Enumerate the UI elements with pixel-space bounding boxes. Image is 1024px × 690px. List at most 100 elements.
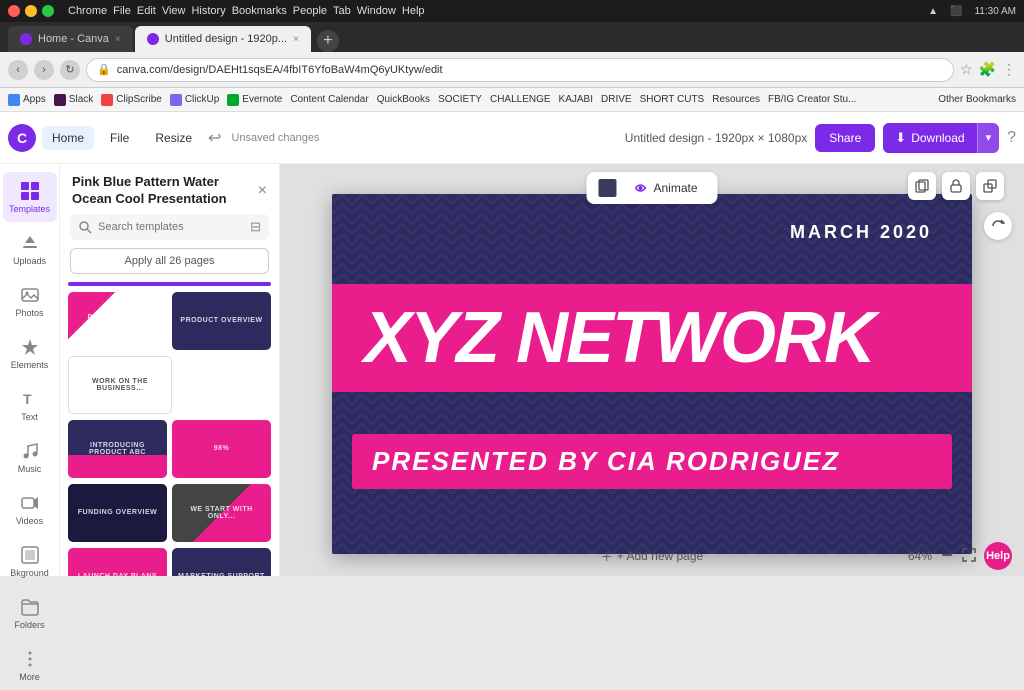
help-question-icon[interactable]: ? — [1007, 129, 1016, 147]
canva-home-button[interactable]: Home — [42, 126, 94, 150]
tab-design-label: Untitled design - 1920p... — [165, 33, 287, 45]
canvas-float-buttons — [908, 172, 1004, 200]
bookmark-slack[interactable]: Slack — [54, 94, 93, 106]
design-canvas[interactable]: MARCH 2020 XYZ NETWORK PRESENTED BY CIA … — [332, 194, 972, 554]
os-menu-file[interactable]: File — [113, 5, 131, 17]
tab-close-home[interactable]: × — [115, 34, 121, 45]
template-row-2: PRESENTATIONOUTLINE PRODUCT OVERVIEW — [68, 292, 271, 350]
zoom-fit-button[interactable] — [962, 548, 976, 565]
os-menu-tab[interactable]: Tab — [333, 5, 351, 17]
add-new-page-button[interactable]: ＋ + Add new page — [601, 548, 703, 565]
panel-close-button[interactable]: × — [258, 182, 267, 200]
bookmark-star-icon[interactable]: ☆ — [960, 61, 973, 78]
browser-menu-icon[interactable]: ⋮ — [1002, 61, 1016, 78]
os-menu-edit[interactable]: Edit — [137, 5, 156, 17]
presented-by-banner[interactable]: PRESENTED BY CIA RODRIGUEZ — [352, 434, 952, 489]
filter-icon[interactable]: ⊟ — [250, 219, 261, 235]
os-menu-chrome[interactable]: Chrome — [68, 5, 107, 17]
download-caret-button[interactable]: ▾ — [977, 123, 1000, 153]
list-item[interactable]: MARKETING SUPPORT — [172, 548, 271, 576]
sidebar-item-uploads[interactable]: Uploads — [3, 224, 57, 274]
bookmark-apps[interactable]: Apps — [8, 94, 46, 106]
list-item[interactable]: INTRODUCINGPRODUCT ABC — [68, 420, 167, 478]
minimize-window-button[interactable] — [25, 5, 37, 17]
sidebar-item-templates[interactable]: Templates — [3, 172, 57, 222]
panel-title: Pink Blue Pattern Water Ocean Cool Prese… — [72, 174, 258, 208]
xyz-network-banner[interactable]: XYZ NETWORK — [332, 284, 972, 392]
os-menu-help[interactable]: Help — [402, 5, 425, 17]
send-to-back-button[interactable] — [976, 172, 1004, 200]
animate-button[interactable]: Animate — [624, 177, 705, 199]
url-bar[interactable]: 🔒 canva.com/design/DAEHt1sqsEA/4fbIT6Yfo… — [86, 58, 954, 82]
close-window-button[interactable] — [8, 5, 20, 17]
template-search-bar[interactable]: ⊟ — [70, 214, 269, 240]
new-tab-button[interactable]: + — [317, 30, 339, 52]
bookmark-other[interactable]: Other Bookmarks — [938, 94, 1016, 105]
lock-icon: 🔒 — [97, 63, 111, 76]
sidebar-item-elements[interactable]: Elements — [3, 328, 57, 378]
bookmark-shortcuts[interactable]: SHORT CUTS — [640, 94, 705, 105]
plus-icon: ＋ — [601, 548, 613, 565]
bookmark-society[interactable]: SOCIETY — [438, 94, 482, 105]
more-label: More — [19, 672, 40, 682]
bookmark-resources[interactable]: Resources — [712, 94, 760, 105]
bookmark-challenge[interactable]: CHALLENGE — [490, 94, 551, 105]
list-item[interactable]: 98% — [172, 420, 271, 478]
apply-all-button[interactable]: Apply all 26 pages — [70, 248, 269, 274]
extensions-icon[interactable]: 🧩 — [979, 61, 996, 78]
share-button[interactable]: Share — [815, 124, 875, 152]
search-input[interactable] — [98, 221, 244, 233]
bookmark-evernote[interactable]: Evernote — [227, 94, 282, 106]
battery-icon: ⬛ — [950, 6, 962, 17]
bookmark-content-calendar[interactable]: Content Calendar — [290, 94, 368, 105]
bookmark-drive[interactable]: DRIVE — [601, 94, 632, 105]
canva-file-button[interactable]: File — [100, 126, 139, 150]
sidebar-item-text[interactable]: T Text — [3, 380, 57, 430]
list-item[interactable]: LAUNCH DAY PLANS — [68, 548, 167, 576]
forward-button[interactable]: › — [34, 60, 54, 80]
list-item[interactable]: FUNDING OVERVIEW — [68, 484, 167, 542]
sidebar-item-background[interactable]: Bkground — [3, 536, 57, 586]
download-button[interactable]: ⬇ Download — [883, 123, 976, 153]
lock-button[interactable] — [942, 172, 970, 200]
sidebar-item-music[interactable]: Music — [3, 432, 57, 482]
tab-home-canva[interactable]: Home - Canva × — [8, 26, 133, 52]
undo-button[interactable]: ↩ — [208, 128, 221, 148]
list-item[interactable]: WORK ON THEBUSINESS... — [68, 356, 172, 414]
back-button[interactable]: ‹ — [8, 60, 28, 80]
sidebar-item-videos[interactable]: Videos — [3, 484, 57, 534]
list-item[interactable]: XYZ NETWORK PRESENTED BY CIA RODRIGUEZ — [68, 282, 271, 286]
zoom-out-button[interactable] — [940, 548, 954, 565]
sidebar-item-photos[interactable]: Photos — [3, 276, 57, 326]
os-menu-window[interactable]: Window — [357, 5, 396, 17]
sidebar-item-more[interactable]: More — [3, 640, 57, 690]
refresh-canvas-button[interactable] — [984, 212, 1012, 240]
tab-close-design[interactable]: × — [293, 34, 299, 45]
os-menu-bookmarks[interactable]: Bookmarks — [232, 5, 287, 17]
os-menu-history[interactable]: History — [191, 5, 225, 17]
zoom-out-icon — [940, 548, 954, 562]
canva-resize-button[interactable]: Resize — [145, 126, 202, 150]
canva-favicon-active — [147, 33, 159, 45]
os-menu-view[interactable]: View — [162, 5, 186, 17]
bookmark-quickbooks[interactable]: QuickBooks — [377, 94, 430, 105]
apps-icon — [8, 94, 20, 106]
canvas-color-swatch[interactable] — [598, 179, 616, 197]
list-item[interactable]: PRODUCT OVERVIEW — [172, 292, 271, 350]
bookmark-fbig[interactable]: FB/IG Creator Stu... — [768, 94, 856, 105]
list-item[interactable]: PRESENTATIONOUTLINE — [68, 292, 167, 350]
list-item[interactable]: WE START WITH ONLY... — [172, 484, 271, 542]
zoom-level-text: 64% — [908, 549, 932, 563]
sidebar-item-folders[interactable]: Folders — [3, 588, 57, 638]
canva-logo[interactable]: C — [8, 124, 36, 152]
refresh-button[interactable]: ↻ — [60, 60, 80, 80]
help-button[interactable]: Help — [984, 542, 1012, 570]
copy-page-button[interactable] — [908, 172, 936, 200]
maximize-window-button[interactable] — [42, 5, 54, 17]
bookmark-clickup[interactable]: ClickUp — [170, 94, 219, 106]
tab-untitled-design[interactable]: Untitled design - 1920p... × — [135, 26, 311, 52]
canvas-toolbar: Animate — [586, 172, 717, 204]
bookmark-clipscribe[interactable]: ClipScribe — [101, 94, 162, 106]
os-menu-people[interactable]: People — [293, 5, 327, 17]
bookmark-kajabi[interactable]: KAJABI — [559, 94, 593, 105]
